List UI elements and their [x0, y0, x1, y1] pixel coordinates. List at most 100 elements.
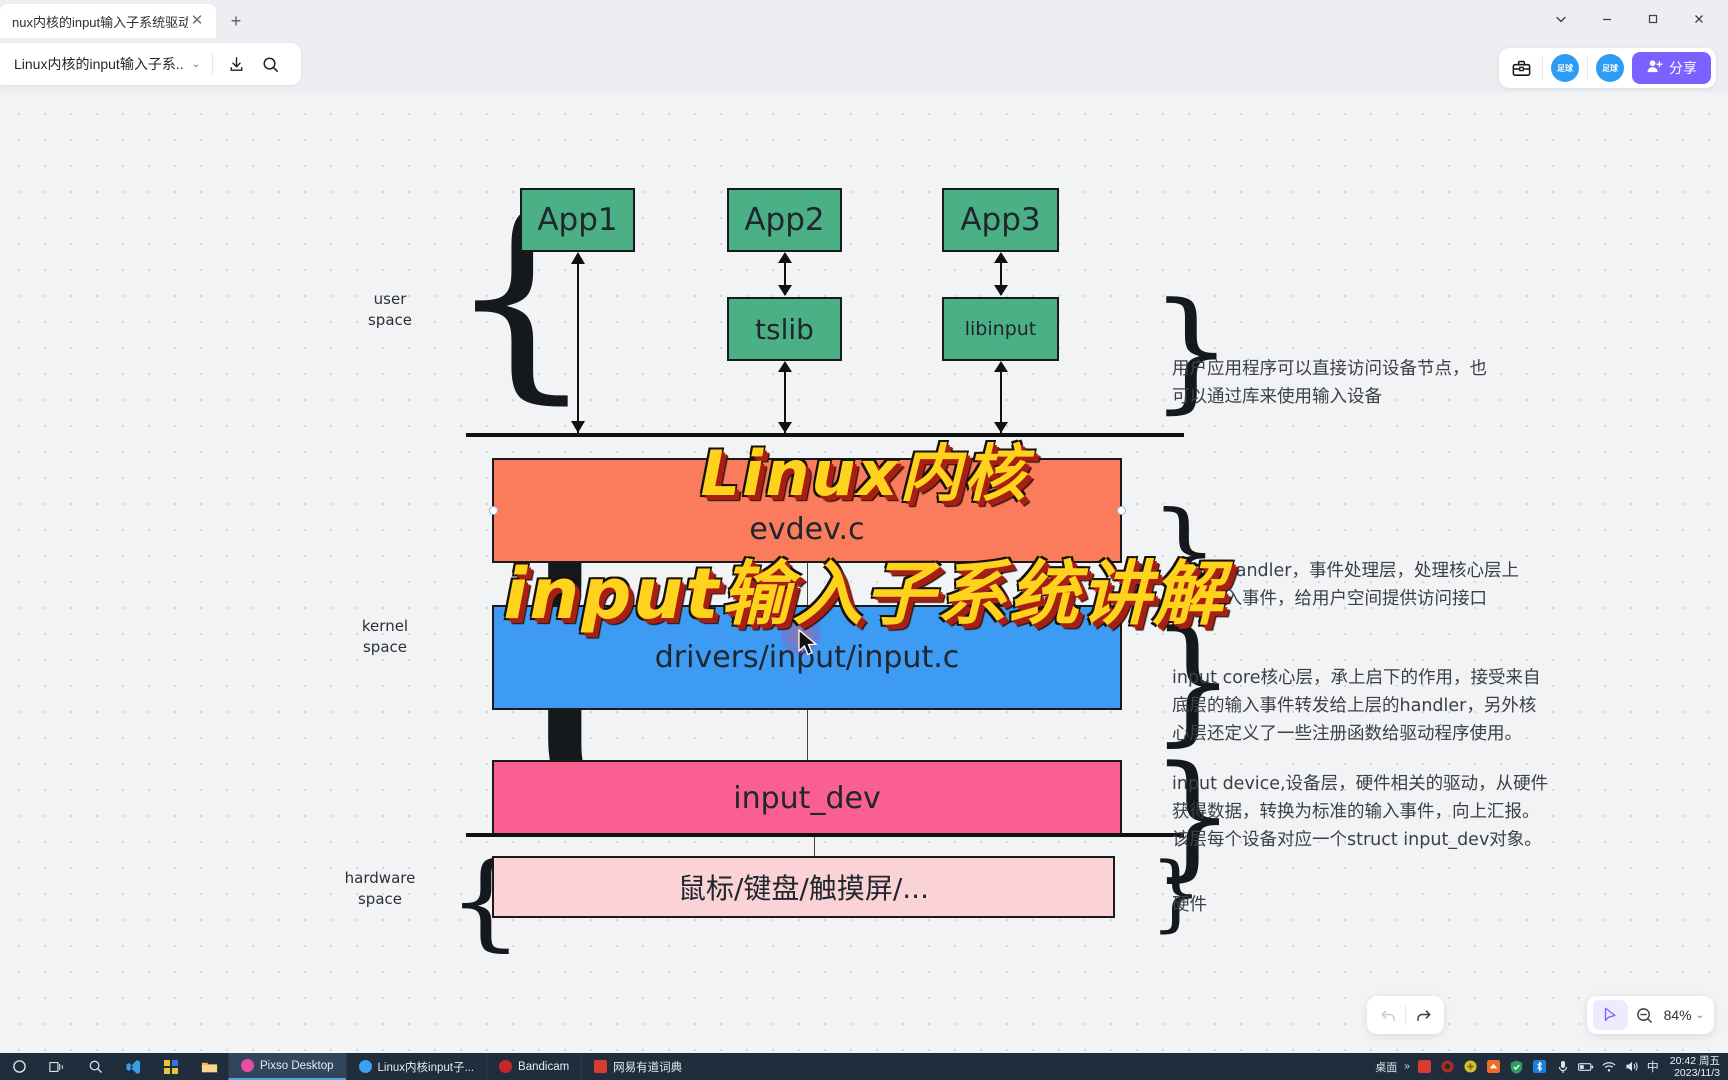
toolbox-icon[interactable]: [1504, 51, 1538, 85]
divider: [212, 53, 213, 75]
browser-tab[interactable]: nux内核的input输入子系统驱动框架 ✕: [0, 4, 216, 38]
share-button[interactable]: 分享: [1632, 52, 1711, 84]
taskbar-window-youdao[interactable]: 网易有道词典: [581, 1053, 694, 1080]
chrome-icon: [358, 1060, 372, 1073]
download-icon[interactable]: [219, 47, 253, 81]
pixso-icon: [241, 1059, 254, 1072]
cursor-arrow-icon[interactable]: [1592, 1000, 1627, 1030]
close-icon[interactable]: ✕: [188, 12, 206, 30]
app-header: Linux内核的input输入子系.. ⌄ 足球 足球 分享: [0, 38, 1728, 93]
ime-indicator[interactable]: 中: [1647, 1058, 1659, 1075]
zoom-out-icon[interactable]: [1628, 1000, 1662, 1030]
document-title[interactable]: Linux内核的input输入子系..: [14, 54, 184, 74]
connector-core-dev: [807, 710, 808, 760]
box-app3[interactable]: App3: [942, 188, 1059, 252]
selection-handle-right[interactable]: [1117, 506, 1126, 515]
divider: [1587, 56, 1588, 80]
system-tray: 桌面 » 中 20:42 周五 2023/11/3: [1375, 1055, 1728, 1079]
taskbar-window-label: Pixso Desktop: [260, 1059, 334, 1072]
mouse-cursor: [798, 629, 818, 656]
arrowhead-down: [778, 285, 792, 296]
arrowhead-up: [778, 361, 792, 372]
vscode-icon[interactable]: [114, 1053, 152, 1080]
clock-date: 2023/11/3: [1674, 1066, 1720, 1079]
zoom-level-label[interactable]: 84%: [1662, 1007, 1696, 1023]
app-icon-yellow[interactable]: [152, 1053, 190, 1080]
label-user-space: user space: [367, 290, 412, 329]
window-close-icon[interactable]: [1676, 3, 1722, 35]
chevron-down-icon[interactable]: ⌄: [192, 59, 200, 70]
qq-icon[interactable]: [1417, 1059, 1433, 1075]
zoom-controls: 84% ⌄: [1586, 996, 1714, 1034]
taskbar-window-label: 网易有道词典: [613, 1061, 683, 1074]
avatar[interactable]: 足球: [1551, 54, 1579, 82]
file-explorer-icon[interactable]: [190, 1053, 228, 1080]
box-evdev[interactable]: evdev.c: [492, 458, 1122, 563]
tray-desktop-label[interactable]: 桌面: [1375, 1059, 1397, 1075]
box-tslib[interactable]: tslib: [727, 297, 842, 361]
taskbar-window-pixso[interactable]: Pixso Desktop: [228, 1053, 346, 1080]
redo-icon[interactable]: [1406, 1000, 1440, 1030]
selection-handle-left[interactable]: [489, 506, 498, 515]
search-icon[interactable]: [253, 47, 287, 81]
window-controls: [1538, 0, 1728, 38]
chevron-down-icon[interactable]: ⌄: [1696, 1010, 1708, 1021]
update-icon[interactable]: [1463, 1059, 1479, 1075]
annotation-hardware: 硬件: [1172, 895, 1207, 915]
connector-evdev-core: [807, 563, 808, 605]
arrowhead-up: [571, 252, 585, 264]
arrowhead-down: [571, 421, 585, 433]
label-kernel-space: kernel space: [361, 617, 409, 656]
windows-start-icon[interactable]: [0, 1053, 38, 1080]
box-libinput[interactable]: libinput: [942, 297, 1059, 361]
taskbar-window-label: Bandicam: [518, 1060, 570, 1073]
annotation-user-space: 用户应用程序可以直接访问设备节点，也 可以通过库来使用输入设备: [1172, 359, 1487, 407]
arrowhead-down: [994, 285, 1008, 296]
maximize-icon[interactable]: [1630, 3, 1676, 35]
history-controls: [1367, 996, 1444, 1034]
bluetooth-icon[interactable]: [1532, 1059, 1548, 1075]
task-view-icon[interactable]: [38, 1053, 76, 1080]
box-app2[interactable]: App2: [727, 188, 842, 252]
browser-tab-title: nux内核的input输入子系统驱动框架: [12, 14, 188, 30]
design-canvas[interactable]: { user space { kernel space { hardware s…: [0, 93, 1728, 1053]
connector-app1: [577, 259, 579, 433]
undo-icon[interactable]: [1371, 1000, 1405, 1030]
clock-time: 20:42 周五: [1669, 1054, 1720, 1067]
windows-taskbar: Pixso Desktop Linux内核input子... Bandicam …: [0, 1053, 1728, 1080]
tray-overflow-icon[interactable]: »: [1404, 1061, 1410, 1072]
plus-icon[interactable]: +: [222, 7, 250, 35]
divider: [1542, 56, 1543, 80]
chevron-down-icon[interactable]: [1538, 3, 1584, 35]
arrowhead-up: [778, 252, 792, 263]
arrowhead-down: [994, 422, 1008, 433]
microphone-icon[interactable]: [1555, 1059, 1571, 1075]
share-label: 分享: [1669, 60, 1697, 76]
box-input-dev[interactable]: input_dev: [492, 760, 1122, 837]
search-icon[interactable]: [76, 1053, 114, 1080]
taskbar-window-label: Linux内核input子...: [377, 1061, 475, 1074]
taskbar-window-chrome[interactable]: Linux内核input子...: [345, 1053, 487, 1080]
taskbar-window-bandicam[interactable]: Bandicam: [486, 1053, 581, 1080]
avatar[interactable]: 足球: [1596, 54, 1624, 82]
annotation-core: input core核心层，承上启下的作用，接受来自 底层的输入事件转发给上层的…: [1172, 668, 1541, 744]
minimize-icon[interactable]: [1584, 3, 1630, 35]
youdao-icon: [594, 1060, 608, 1073]
arrowhead-up: [994, 252, 1008, 263]
app-icon-orange[interactable]: [1486, 1059, 1502, 1075]
volume-icon[interactable]: [1624, 1059, 1640, 1075]
header-right-toolbar: 足球 足球 分享: [1499, 48, 1716, 88]
box-app1[interactable]: App1: [520, 188, 635, 252]
divider-user-kernel: [466, 433, 1184, 437]
document-pill: Linux内核的input输入子系.. ⌄: [0, 43, 301, 85]
label-hardware-space: hardware space: [344, 869, 416, 908]
battery-icon[interactable]: [1577, 1059, 1594, 1075]
clock[interactable]: 20:42 周五 2023/11/3: [1666, 1055, 1720, 1079]
wifi-icon[interactable]: [1601, 1059, 1617, 1075]
record-icon[interactable]: [1440, 1059, 1456, 1075]
divider-kernel-hardware: [466, 833, 1184, 837]
arrowhead-down: [778, 422, 792, 433]
arrowhead-up: [994, 361, 1008, 372]
box-hardware[interactable]: 鼠标/键盘/触摸屏/...: [492, 856, 1115, 918]
security-shield-icon[interactable]: [1509, 1059, 1525, 1075]
